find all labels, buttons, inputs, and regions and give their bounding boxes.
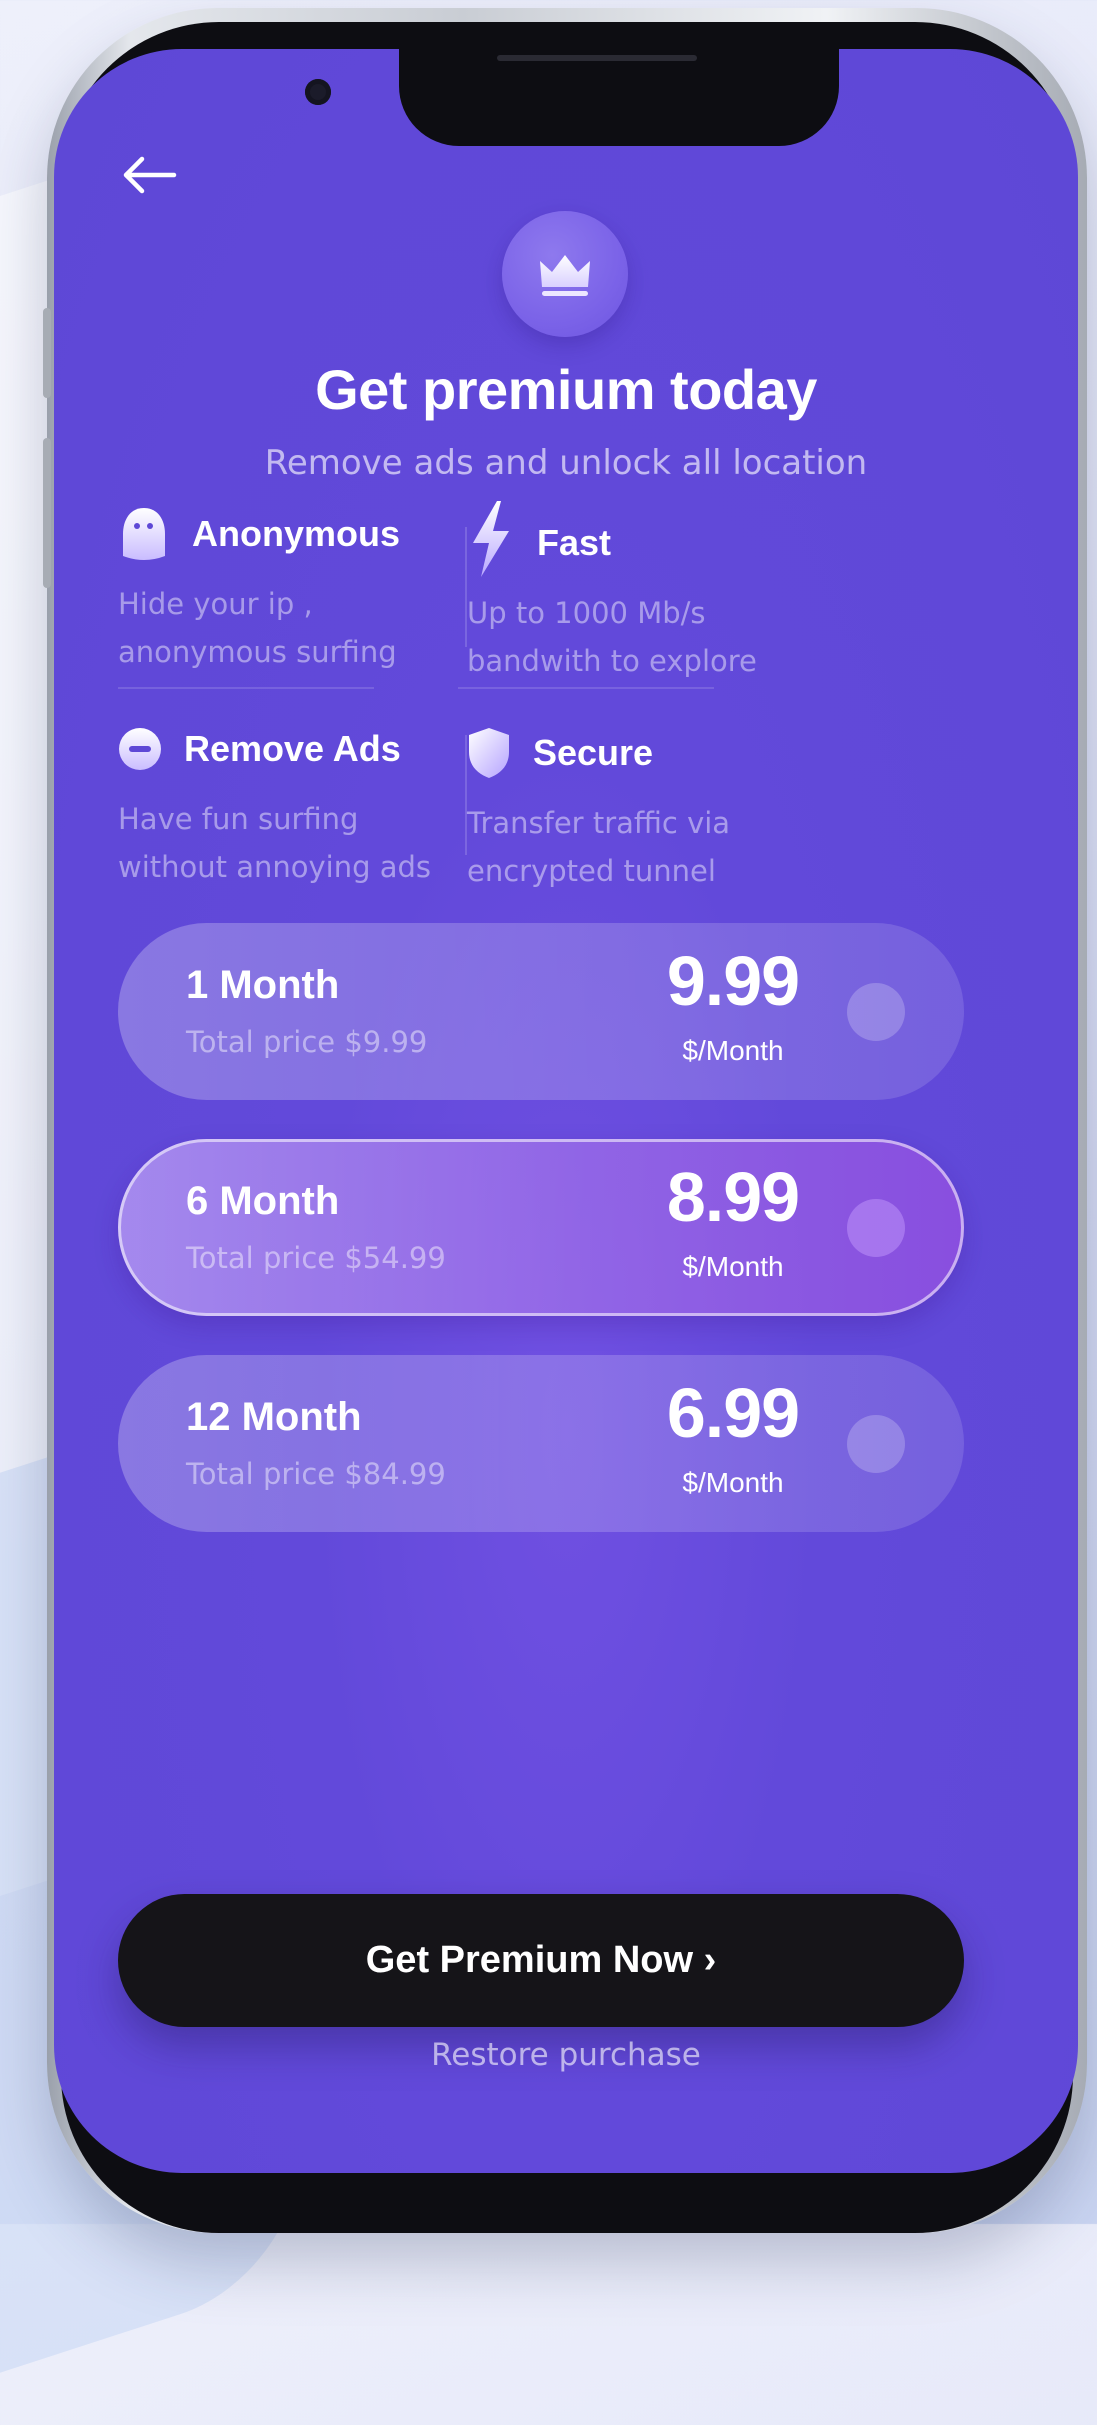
plan-name: 1 Month xyxy=(186,963,340,1007)
minus-circle-icon xyxy=(119,728,161,770)
speaker xyxy=(497,55,697,61)
plan-price-unit: $/Month xyxy=(682,1035,784,1066)
feature-title: Remove Ads xyxy=(184,728,401,769)
phone-side-button xyxy=(43,438,51,588)
arrow-left-icon xyxy=(123,156,177,194)
feature-fast: Fast Up to 1000 Mb/s bandwith to explore xyxy=(467,501,887,685)
divider xyxy=(465,527,467,647)
plan-option-1-month[interactable]: 1 Month Total price $9.99 9.99 $/Month xyxy=(118,923,964,1100)
plan-option-12-month[interactable]: 12 Month Total price $84.99 6.99 $/Month xyxy=(118,1355,964,1532)
lightning-icon xyxy=(473,501,509,577)
plan-price: 6.99 xyxy=(666,1374,800,1452)
app-screen: Get premium today Remove ads and unlock … xyxy=(54,49,1078,2173)
page-title: Get premium today xyxy=(315,358,817,421)
back-button[interactable] xyxy=(116,150,182,200)
plan-total-price: Total price $9.99 xyxy=(186,1025,428,1059)
plan-price: 9.99 xyxy=(666,942,800,1020)
ghost-icon xyxy=(123,508,165,560)
plan-name: 6 Month xyxy=(186,1179,340,1223)
feature-desc: encrypted tunnel xyxy=(467,854,716,888)
divider xyxy=(118,687,374,689)
plan-option-6-month[interactable]: 6 Month Total price $54.99 8.99 $/Month xyxy=(118,1139,964,1316)
crown-icon xyxy=(540,255,590,296)
shield-icon xyxy=(469,728,509,778)
feature-secure: Secure Transfer traffic via encrypted tu… xyxy=(467,725,887,895)
feature-desc: bandwith to explore xyxy=(467,644,757,678)
restore-purchase-link[interactable]: Restore purchase xyxy=(54,2037,1078,2073)
notch xyxy=(399,49,839,146)
plan-radio[interactable] xyxy=(847,1415,905,1473)
front-camera xyxy=(305,79,331,105)
feature-title: Secure xyxy=(533,732,654,773)
get-premium-button[interactable]: Get Premium Now › xyxy=(118,1894,964,2027)
phone-side-button xyxy=(43,308,51,398)
feature-desc: Up to 1000 Mb/s xyxy=(467,596,706,630)
feature-title: Fast xyxy=(537,522,612,563)
page-subtitle: Remove ads and unlock all location xyxy=(264,443,868,483)
premium-badge xyxy=(502,211,628,337)
plan-price-unit: $/Month xyxy=(682,1251,784,1282)
feature-desc: Transfer traffic via xyxy=(467,806,731,840)
plan-name: 12 Month xyxy=(186,1395,362,1439)
plan-radio[interactable] xyxy=(847,1199,905,1257)
plan-price-unit: $/Month xyxy=(682,1467,784,1498)
plan-radio[interactable] xyxy=(847,983,905,1041)
plan-total-price: Total price $54.99 xyxy=(186,1241,446,1275)
plan-price: 8.99 xyxy=(666,1158,800,1236)
feature-title: Anonymous xyxy=(192,513,401,554)
plan-total-price: Total price $84.99 xyxy=(186,1457,446,1491)
divider xyxy=(458,687,714,689)
